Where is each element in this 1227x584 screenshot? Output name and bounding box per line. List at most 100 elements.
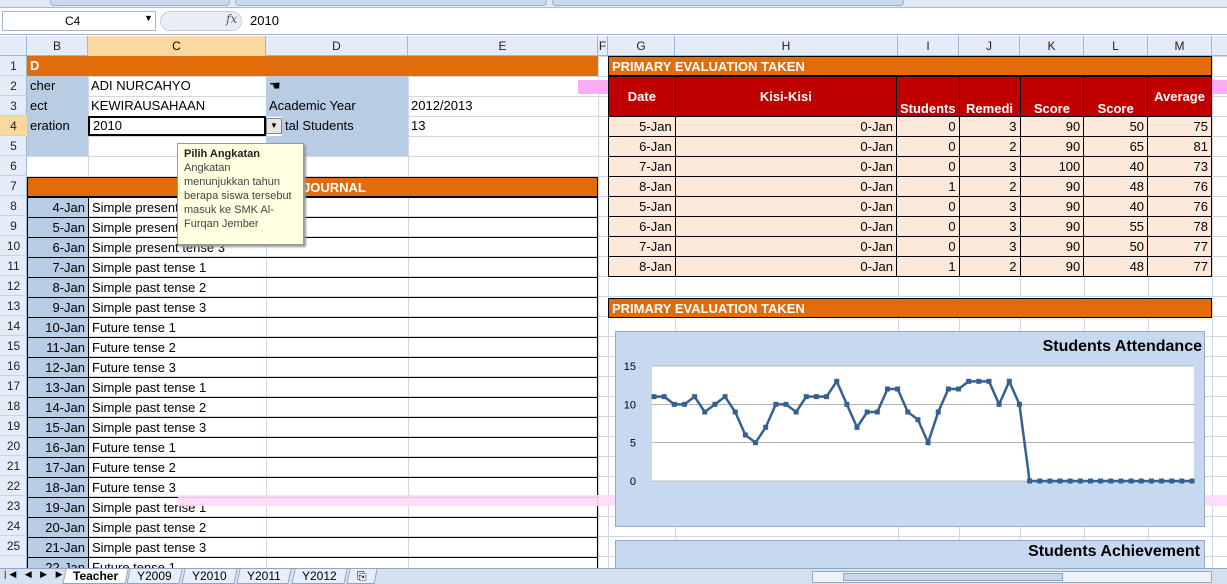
tab-teacher[interactable]: Teacher bbox=[62, 569, 129, 584]
evaluation-cell[interactable]: 48 bbox=[1083, 176, 1149, 197]
row-header[interactable]: 21 bbox=[0, 456, 27, 476]
name-box[interactable]: C4 bbox=[2, 11, 156, 31]
evaluation-cell[interactable]: 55 bbox=[1083, 216, 1149, 237]
journal-date[interactable]: 21-Jan bbox=[27, 537, 89, 558]
evaluation-cell[interactable]: 0-Jan bbox=[674, 196, 897, 217]
evaluation-cell[interactable]: 0-Jan bbox=[674, 176, 897, 197]
evaluation-cell[interactable]: 90 bbox=[1019, 256, 1085, 277]
evaluation-cell[interactable]: 90 bbox=[1019, 216, 1085, 237]
evaluation-cell[interactable]: 90 bbox=[1019, 116, 1085, 137]
journal-date[interactable]: 11-Jan bbox=[27, 337, 89, 358]
evaluation-cell[interactable]: 1 bbox=[895, 176, 960, 197]
ribbon-group-comments[interactable] bbox=[235, 0, 547, 6]
journal-date[interactable]: 17-Jan bbox=[27, 457, 89, 478]
row-header[interactable]: 17 bbox=[0, 376, 27, 396]
journal-topic[interactable]: Simple present tense 3 bbox=[88, 237, 598, 258]
evaluation-cell[interactable]: 3 bbox=[958, 196, 1021, 217]
evaluation-cell[interactable]: 0-Jan bbox=[674, 116, 897, 137]
evaluation-cell[interactable]: 2 bbox=[958, 256, 1021, 277]
evaluation-cell[interactable]: 2 bbox=[958, 176, 1021, 197]
row-header[interactable]: 12 bbox=[0, 276, 27, 296]
subject-value[interactable]: KEWIRAUSAHAAN bbox=[88, 96, 266, 116]
academic-year-value[interactable]: 2012/2013 bbox=[408, 96, 598, 116]
journal-topic[interactable]: Simple past tense 2 bbox=[88, 517, 598, 538]
tab-y2011[interactable]: Y2011 bbox=[236, 569, 292, 584]
column-header-b[interactable]: B bbox=[27, 36, 88, 56]
column-header-e[interactable]: E bbox=[408, 36, 598, 56]
journal-date[interactable]: 14-Jan bbox=[27, 397, 89, 418]
journal-date[interactable]: 19-Jan bbox=[27, 497, 89, 518]
journal-topic[interactable]: Future tense 1 bbox=[88, 317, 598, 338]
row-header[interactable]: 23 bbox=[0, 496, 27, 516]
journal-topic[interactable]: Simple past tense 1 bbox=[88, 377, 598, 398]
column-header-h[interactable]: H bbox=[675, 36, 898, 56]
journal-date[interactable]: 4-Jan bbox=[27, 197, 89, 218]
evaluation-cell[interactable]: 1 bbox=[895, 256, 960, 277]
row-header[interactable]: 18 bbox=[0, 396, 27, 416]
evaluation-cell[interactable]: 3 bbox=[958, 236, 1021, 257]
journal-date[interactable]: 15-Jan bbox=[27, 417, 89, 438]
evaluation-cell[interactable]: 90 bbox=[1019, 196, 1085, 217]
evaluation-cell[interactable]: 73 bbox=[1147, 156, 1212, 177]
horizontal-scrollbar[interactable] bbox=[812, 571, 1212, 583]
evaluation-cell[interactable]: 0 bbox=[895, 236, 960, 257]
scrollbar-thumb[interactable] bbox=[843, 573, 1063, 581]
journal-topic[interactable]: Simple past tense 3 bbox=[88, 297, 598, 318]
evaluation-cell[interactable]: 78 bbox=[1147, 216, 1212, 237]
evaluation-cell[interactable]: 77 bbox=[1147, 256, 1212, 277]
journal-topic[interactable]: Simple present tense 2 bbox=[88, 217, 598, 238]
row-header[interactable]: 8 bbox=[0, 196, 27, 216]
row-header[interactable]: 9 bbox=[0, 216, 27, 236]
evaluation-cell[interactable]: 0-Jan bbox=[674, 256, 897, 277]
evaluation-cell[interactable]: 0-Jan bbox=[674, 216, 897, 237]
journal-topic[interactable]: Simple past tense 2 bbox=[88, 397, 598, 418]
column-header-j[interactable]: J bbox=[959, 36, 1020, 56]
teacher-value[interactable]: ADI NURCAHYO bbox=[88, 76, 266, 96]
journal-date[interactable]: 7-Jan bbox=[27, 257, 89, 278]
column-header-l[interactable]: L bbox=[1084, 36, 1148, 56]
evaluation-cell[interactable]: 40 bbox=[1083, 156, 1149, 177]
journal-date[interactable]: 9-Jan bbox=[27, 297, 89, 318]
journal-date[interactable]: 20-Jan bbox=[27, 517, 89, 538]
column-header-k[interactable]: K bbox=[1020, 36, 1084, 56]
journal-date[interactable]: 13-Jan bbox=[27, 377, 89, 398]
row-header[interactable]: 4 bbox=[0, 116, 27, 136]
journal-topic[interactable]: Future tense 2 bbox=[88, 457, 598, 478]
evaluation-cell[interactable]: 7-Jan bbox=[608, 236, 676, 257]
evaluation-cell[interactable]: 5-Jan bbox=[608, 116, 676, 137]
evaluation-cell[interactable]: 6-Jan bbox=[608, 216, 676, 237]
journal-date[interactable]: 16-Jan bbox=[27, 437, 89, 458]
journal-date[interactable]: 18-Jan bbox=[27, 477, 89, 498]
evaluation-cell[interactable]: 90 bbox=[1019, 136, 1085, 157]
row-header[interactable]: 11 bbox=[0, 256, 27, 276]
row-header[interactable]: 19 bbox=[0, 416, 27, 436]
tab-y2012[interactable]: Y2012 bbox=[291, 569, 348, 584]
evaluation-cell[interactable]: 3 bbox=[958, 156, 1021, 177]
evaluation-cell[interactable]: 100 bbox=[1019, 156, 1085, 177]
journal-date[interactable]: 5-Jan bbox=[27, 217, 89, 238]
journal-date[interactable]: 8-Jan bbox=[27, 277, 89, 298]
evaluation-cell[interactable]: 0-Jan bbox=[674, 136, 897, 157]
evaluation-cell[interactable]: 65 bbox=[1083, 136, 1149, 157]
evaluation-cell[interactable]: 77 bbox=[1147, 236, 1212, 257]
dropdown-arrow-icon[interactable]: ▼ bbox=[266, 118, 282, 134]
attendance-chart[interactable]: Students Attendance 15 10 5 0 bbox=[615, 331, 1205, 527]
evaluation-cell[interactable]: 2 bbox=[958, 136, 1021, 157]
row-header[interactable]: 22 bbox=[0, 476, 27, 496]
evaluation-cell[interactable]: 90 bbox=[1019, 236, 1085, 257]
journal-date[interactable]: 10-Jan bbox=[27, 317, 89, 338]
evaluation-cell[interactable]: 0-Jan bbox=[674, 156, 897, 177]
evaluation-cell[interactable]: 0 bbox=[895, 196, 960, 217]
journal-topic[interactable]: Future tense 1 bbox=[88, 437, 598, 458]
evaluation-cell[interactable]: 0 bbox=[895, 156, 960, 177]
evaluation-cell[interactable]: 3 bbox=[958, 216, 1021, 237]
total-students-value[interactable]: 13 bbox=[408, 116, 598, 136]
row-header[interactable]: 13 bbox=[0, 296, 27, 316]
journal-date[interactable]: 6-Jan bbox=[27, 237, 89, 258]
tab-y2009[interactable]: Y2009 bbox=[126, 569, 183, 584]
row-header[interactable]: 15 bbox=[0, 336, 27, 356]
column-header-c[interactable]: C bbox=[88, 36, 266, 56]
ribbon-group-changes[interactable] bbox=[552, 0, 904, 6]
new-sheet-icon[interactable]: ⎘ bbox=[346, 569, 378, 584]
row-header[interactable]: 1 bbox=[0, 56, 27, 76]
